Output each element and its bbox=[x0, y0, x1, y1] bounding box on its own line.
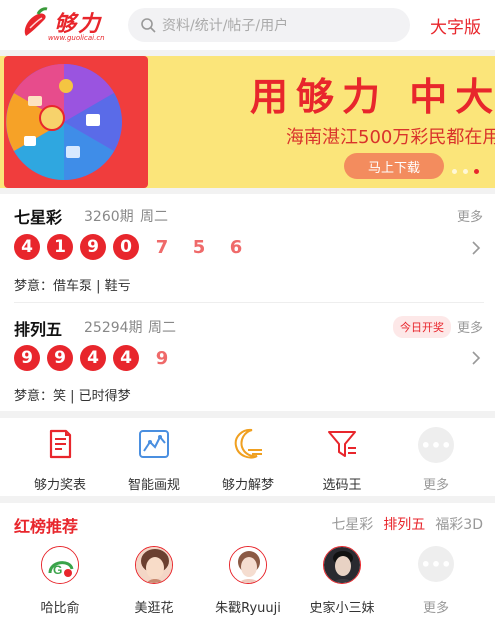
user-name: 朱戳Ryuuji bbox=[215, 601, 281, 616]
redlist-tabs: 七星彩 排列五 福彩3D bbox=[331, 514, 483, 534]
lottery-card-pailiewu[interactable]: 排列五 25294期 周二 今日开奖 更多 9 9 4 4 9 梦意：笑 | 已… bbox=[0, 304, 495, 411]
award-sheet-icon bbox=[49, 429, 72, 459]
tool-label: 智能画规 bbox=[127, 478, 180, 493]
tools-grid: 够力奖表 智能画规 够力解梦 选码王 ••• 更多 bbox=[0, 418, 495, 496]
large-font-toggle[interactable]: 大字版 bbox=[430, 13, 481, 38]
lottery-weekday: 周二 bbox=[148, 320, 176, 336]
red-ball: 4 bbox=[113, 345, 139, 371]
banner-subtitle: 海南湛江500万彩民都在用 bbox=[286, 127, 495, 148]
user-card[interactable]: 朱戳Ryuuji bbox=[201, 540, 295, 620]
avatar: G bbox=[41, 546, 79, 584]
extra-number: 9 bbox=[155, 347, 169, 369]
user-name: 哈比俞 bbox=[40, 601, 80, 616]
chevron-right-icon[interactable] bbox=[471, 240, 481, 256]
app-logo[interactable]: 够力 www.guolicai.cn bbox=[18, 4, 118, 46]
avatar bbox=[323, 546, 361, 584]
tool-number-picker[interactable]: 选码王 bbox=[295, 418, 389, 496]
lottery-weekday: 周二 bbox=[140, 209, 168, 225]
search-icon bbox=[141, 18, 156, 33]
lottery-name: 七星彩 bbox=[14, 208, 63, 227]
lottery-more-link[interactable]: 更多 bbox=[457, 317, 483, 336]
filter-icon bbox=[328, 431, 356, 457]
banner-title: 用够力 中大奖 bbox=[250, 74, 495, 119]
extra-number: 7 bbox=[155, 236, 169, 258]
user-card[interactable]: 美逛花 bbox=[107, 540, 201, 620]
divider bbox=[0, 496, 495, 503]
draw-numbers: 4 1 9 0 7 5 6 bbox=[14, 234, 263, 260]
tool-label: 够力解梦 bbox=[221, 478, 274, 493]
user-card[interactable]: G 哈比俞 bbox=[13, 540, 107, 620]
tool-dream[interactable]: 够力解梦 bbox=[201, 418, 295, 496]
avatar bbox=[229, 546, 267, 584]
tool-label: 更多 bbox=[422, 478, 449, 493]
user-more[interactable]: ••• 更多 bbox=[389, 540, 483, 620]
tab-pailiewu[interactable]: 排列五 bbox=[383, 514, 425, 534]
red-ball: 9 bbox=[80, 234, 106, 260]
promo-banner[interactable]: 用够力 中大奖 海南湛江500万彩民都在用 马上下载 bbox=[0, 56, 495, 188]
user-name: 美逛花 bbox=[134, 601, 174, 616]
red-ball: 4 bbox=[80, 345, 106, 371]
carousel-dot[interactable] bbox=[452, 169, 457, 174]
chevron-right-icon[interactable] bbox=[471, 350, 481, 366]
lottery-more-link[interactable]: 更多 bbox=[457, 206, 483, 225]
more-icon: ••• bbox=[418, 546, 454, 582]
today-draw-badge: 今日开奖 bbox=[393, 316, 451, 338]
wheel-icon bbox=[6, 64, 122, 180]
red-ball: 9 bbox=[47, 345, 73, 371]
lottery-issue: 3260期 bbox=[84, 209, 134, 225]
svg-text:G: G bbox=[53, 563, 62, 577]
dream-text: 梦意：笑 | 已时得梦 bbox=[14, 389, 131, 404]
lottery-card-qixingcai[interactable]: 七星彩 3260期 周二 更多 4 1 9 0 7 5 6 梦意：借车泵 | 鞋… bbox=[0, 194, 495, 304]
tool-label: 够力奖表 bbox=[33, 478, 86, 493]
header: 够力 www.guolicai.cn 资料/统计/帖子/用户 大字版 bbox=[0, 0, 495, 50]
tool-smart-chart[interactable]: 智能画规 bbox=[107, 418, 201, 496]
red-ball: 9 bbox=[14, 345, 40, 371]
recommended-users: G 哈比俞 美逛花 朱戳Ryuuji 史家小三妹 ••• 更多 bbox=[0, 540, 495, 620]
user-card[interactable]: 史家小三妹 bbox=[295, 540, 389, 620]
moon-dream-icon bbox=[234, 428, 262, 459]
extra-number: 5 bbox=[192, 236, 206, 258]
red-ball: 0 bbox=[113, 234, 139, 260]
draw-numbers: 9 9 4 4 9 bbox=[14, 345, 189, 371]
carousel-dots bbox=[452, 169, 479, 174]
brand-url: www.guolicai.cn bbox=[48, 34, 105, 42]
download-button[interactable]: 马上下载 bbox=[344, 153, 444, 179]
lottery-name: 排列五 bbox=[14, 320, 63, 339]
carousel-dot[interactable] bbox=[463, 169, 468, 174]
redlist-title: 红榜推荐 bbox=[14, 517, 79, 536]
trend-chart-icon bbox=[139, 430, 169, 458]
user-name: 史家小三妹 bbox=[309, 601, 375, 616]
carousel-dot-active[interactable] bbox=[474, 169, 479, 174]
avatar bbox=[135, 546, 173, 584]
user-name: 更多 bbox=[422, 601, 449, 616]
dream-text: 梦意：借车泵 | 鞋亏 bbox=[14, 279, 131, 294]
tool-more[interactable]: ••• 更多 bbox=[389, 418, 483, 496]
more-icon: ••• bbox=[418, 427, 454, 463]
red-ball: 1 bbox=[47, 234, 73, 260]
tool-label: 选码王 bbox=[322, 478, 362, 493]
divider bbox=[14, 302, 484, 303]
extra-number: 6 bbox=[229, 236, 243, 258]
red-ball: 4 bbox=[14, 234, 40, 260]
tab-fucai3d[interactable]: 福彩3D bbox=[435, 514, 483, 534]
search-input[interactable]: 资料/统计/帖子/用户 bbox=[128, 8, 410, 42]
tab-qixingcai[interactable]: 七星彩 bbox=[331, 514, 373, 534]
lucky-wheel-image bbox=[4, 56, 148, 188]
lottery-issue: 25294期 bbox=[84, 320, 143, 336]
tool-award-table[interactable]: 够力奖表 bbox=[13, 418, 107, 496]
divider bbox=[0, 411, 495, 418]
search-placeholder: 资料/统计/帖子/用户 bbox=[162, 18, 289, 34]
